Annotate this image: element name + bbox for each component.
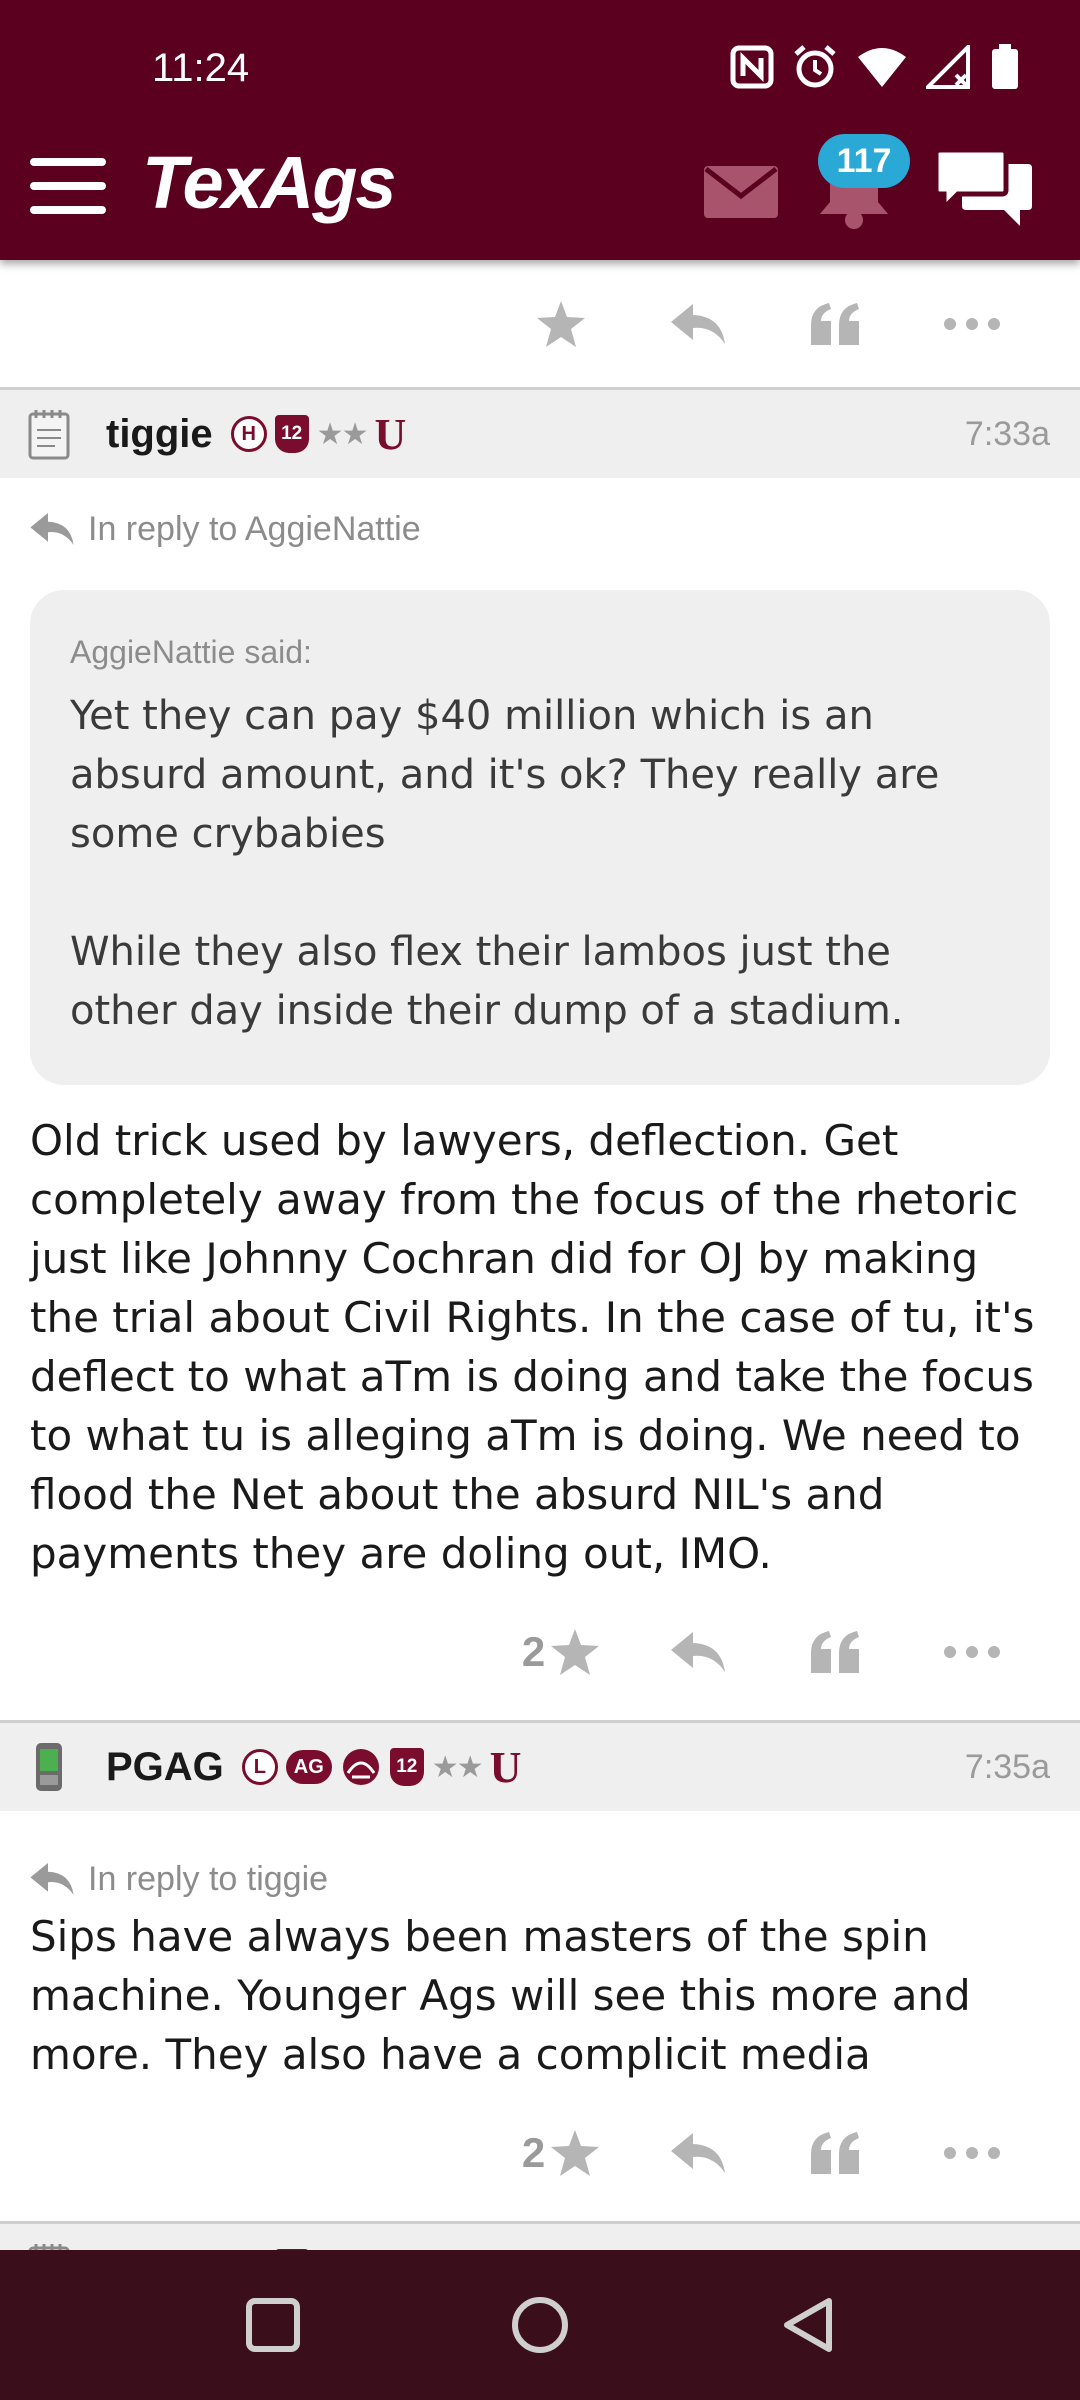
post-body: Old trick used by lawyers, deflection. G…: [30, 1116, 1035, 1578]
more-button[interactable]: [903, 2084, 1040, 2221]
mail-icon[interactable]: [704, 166, 778, 218]
user-badges: H 12 ★★ U: [231, 2243, 406, 2251]
post-time: 7:33a: [964, 415, 1050, 453]
notepad-icon: [28, 2244, 70, 2250]
alarm-icon: [794, 45, 836, 88]
home-button[interactable]: [510, 2295, 570, 2355]
badge-h: H: [230, 416, 267, 452]
menu-icon[interactable]: [30, 158, 106, 214]
badge-12th-man: 12: [274, 415, 309, 453]
reply-button[interactable]: [629, 260, 766, 387]
reply-icon: [30, 513, 74, 545]
quote-icon: [810, 2131, 859, 2174]
star-icon: [536, 300, 585, 347]
nfc-icon: [730, 45, 774, 89]
username[interactable]: PGAG: [106, 1745, 224, 1790]
star-icon: [551, 2129, 600, 2176]
wifi-icon: [858, 48, 906, 87]
star-button[interactable]: 2: [492, 2084, 629, 2221]
username[interactable]: tiggie: [106, 412, 213, 457]
post-header: tiggie H 12 ★★ U 7:33a: [0, 390, 1080, 478]
badge-stars: ★★: [431, 1749, 484, 1785]
chat-icon[interactable]: [936, 148, 1034, 230]
reply-icon: [670, 1631, 725, 1672]
post-header: tiggie H 12 ★★ U 7:40a: [0, 2224, 1080, 2250]
signal-icon: [926, 45, 970, 89]
recent-apps-button[interactable]: [245, 2297, 301, 2353]
post-header: PGAG L AG 12 ★★ U 7:35a: [0, 1723, 1080, 1811]
star-button[interactable]: [492, 260, 629, 387]
star-button[interactable]: 2: [492, 1583, 629, 1720]
quote-icon: [810, 1630, 859, 1673]
notepad-icon: [28, 410, 70, 460]
reply-icon: [30, 1863, 74, 1895]
more-button[interactable]: [903, 1583, 1040, 1720]
star-icon: [551, 1628, 600, 1675]
quote-text: Yet they can pay $40 million which is an…: [70, 693, 940, 1034]
badge-stars: ★★: [316, 416, 369, 452]
reply-to-text[interactable]: In reply to tiggie: [88, 1860, 328, 1899]
reply-icon: [670, 2132, 725, 2173]
quote-button[interactable]: [766, 2084, 903, 2221]
badge-u: U: [489, 1742, 522, 1792]
badge-ag: AG: [285, 1750, 332, 1784]
post-action-bar: 2: [0, 2084, 1080, 2224]
app-header: 11:24 TexAgs 117: [0, 0, 1080, 260]
quote-button[interactable]: [766, 260, 903, 387]
quote-icon: [810, 302, 859, 345]
more-button[interactable]: [903, 260, 1040, 387]
post-action-bar: 2: [0, 1583, 1080, 1723]
reply-to-text[interactable]: In reply to AggieNattie: [88, 510, 421, 549]
system-navigation-bar: [0, 2250, 1080, 2400]
post: tiggie H 12 ★★ U 7:40a: [0, 2224, 1080, 2250]
status-time: 11:24: [152, 46, 250, 90]
post: PGAG L AG 12 ★★ U 7:35a In reply to tigg…: [0, 1723, 1080, 2224]
back-button[interactable]: [779, 2295, 835, 2355]
thread-content[interactable]: tiggie H 12 ★★ U 7:33a In reply to Aggie…: [0, 260, 1080, 2250]
phone-icon: [36, 1743, 62, 1791]
user-badges: L AG 12 ★★ U: [241, 1742, 522, 1793]
reply-to-link[interactable]: In reply to tiggie: [0, 1811, 1080, 1911]
quote-box: AggieNattie said: Yet they can pay $40 m…: [30, 590, 1050, 1085]
post-action-bar: [0, 260, 1080, 390]
texags-logo[interactable]: TexAgs: [142, 140, 397, 225]
reply-icon: [670, 303, 725, 344]
badge-u: U: [374, 2243, 406, 2251]
quote-author: AggieNattie said:: [70, 634, 312, 670]
star-count: 2: [521, 2128, 546, 2176]
post: tiggie H 12 ★★ U 7:33a In reply to Aggie…: [0, 390, 1080, 1723]
badge-u: U: [374, 409, 407, 459]
post-body: Sips have always been masters of the spi…: [30, 1912, 971, 2079]
reply-button[interactable]: [629, 1583, 766, 1720]
post-time: 7:40a: [965, 2224, 1050, 2250]
user-badges: H 12 ★★ U: [230, 409, 407, 460]
quote-button[interactable]: [766, 1583, 903, 1720]
post-time: 7:35a: [964, 1748, 1050, 1786]
reply-to-link[interactable]: In reply to AggieNattie: [0, 478, 1080, 580]
notification-badge[interactable]: 117: [818, 134, 910, 188]
badge-12th-man: 12: [389, 1748, 424, 1786]
more-icon: [943, 1645, 1000, 1658]
battery-icon: [992, 44, 1018, 89]
more-icon: [943, 2146, 1000, 2159]
bonfire-icon: [342, 1749, 379, 1785]
badge-l: L: [241, 1749, 278, 1785]
status-icons: [730, 44, 1020, 90]
reply-button[interactable]: [629, 2084, 766, 2221]
star-count: 2: [521, 1627, 546, 1675]
more-icon: [943, 317, 1000, 330]
